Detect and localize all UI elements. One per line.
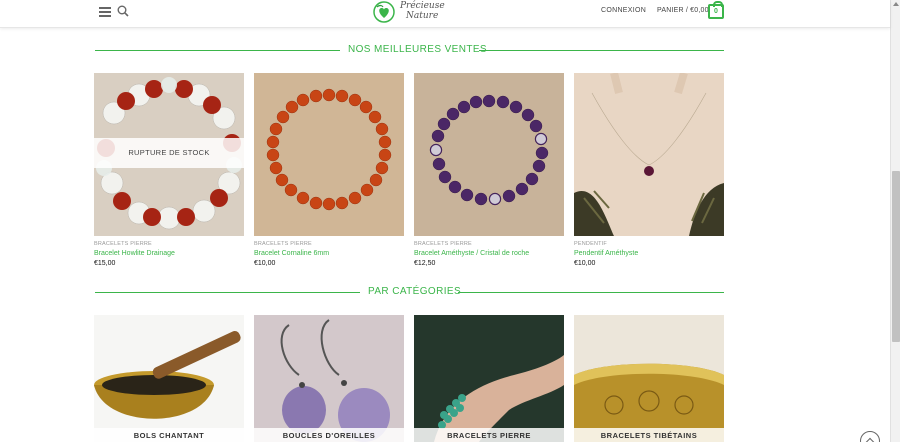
category-tile[interactable]: BRACELETS TIBÉTAINS xyxy=(574,315,724,442)
divider-line xyxy=(95,50,340,51)
product-price: €10,00 xyxy=(254,260,276,267)
out-of-stock-badge: RUPTURE DE STOCK xyxy=(94,138,244,168)
scroll-up-arrow-icon[interactable] xyxy=(893,2,899,6)
product-name[interactable]: Bracelet Howlite Drainage xyxy=(94,250,175,257)
product-category[interactable]: PENDENTIF xyxy=(574,241,607,247)
category-tile[interactable]: BOUCLES D'OREILLES xyxy=(254,315,404,442)
divider-line xyxy=(479,50,724,51)
cart-icon[interactable]: 0 xyxy=(708,1,724,19)
product-price: €10,00 xyxy=(574,260,596,267)
product-image[interactable]: RUPTURE DE STOCK xyxy=(94,73,244,236)
section-title: PAR CATÉGORIES xyxy=(368,286,462,297)
tibetan-bracelets-image xyxy=(574,315,724,442)
product-category[interactable]: BRACELETS PIERRE xyxy=(414,241,472,247)
amethyst-bracelet-image xyxy=(414,73,564,236)
category-tile[interactable]: BOLS CHANTANT xyxy=(94,315,244,442)
section-title: NOS MEILLEURES VENTES xyxy=(348,44,487,55)
scrollbar-thumb[interactable] xyxy=(892,171,900,342)
product-name[interactable]: Pendentif Améthyste xyxy=(574,250,638,257)
best-sellers-heading: NOS MEILLEURES VENTES xyxy=(95,44,724,56)
site-logo[interactable]: Précieuse Nature xyxy=(372,0,462,24)
divider-line xyxy=(95,292,360,293)
leaf-heart-logo-icon xyxy=(373,1,395,23)
menu-icon[interactable] xyxy=(99,7,111,17)
product-name[interactable]: Bracelet Améthyste / Cristal de roche xyxy=(414,250,529,257)
product-price: €12,50 xyxy=(414,260,436,267)
product-image[interactable] xyxy=(414,73,564,236)
page-scrollbar[interactable] xyxy=(890,0,900,442)
divider-line xyxy=(458,292,724,293)
category-label[interactable]: BRACELETS TIBÉTAINS xyxy=(574,428,724,442)
cart-link[interactable]: PANIER / €0,00 xyxy=(657,7,709,14)
product-name[interactable]: Bracelet Cornaline 6mm xyxy=(254,250,329,257)
amethyst-pendant-image xyxy=(574,73,724,236)
categories-heading: PAR CATÉGORIES xyxy=(95,286,724,298)
brand-name: Précieuse Nature xyxy=(400,1,445,21)
product-image[interactable] xyxy=(254,73,404,236)
product-category[interactable]: BRACELETS PIERRE xyxy=(94,241,152,247)
login-link[interactable]: CONNEXION xyxy=(601,7,646,14)
earrings-image xyxy=(254,315,404,442)
category-label[interactable]: BOLS CHANTANT xyxy=(94,428,244,442)
site-header: Précieuse Nature CONNEXION PANIER / €0,0… xyxy=(0,0,890,28)
singing-bowl-image xyxy=(94,315,244,442)
category-tile[interactable]: BRACELETS PIERRE xyxy=(414,315,564,442)
stone-bracelets-image xyxy=(414,315,564,442)
product-price: €15,00 xyxy=(94,260,116,267)
back-to-top-icon[interactable] xyxy=(860,431,880,442)
category-label[interactable]: BOUCLES D'OREILLES xyxy=(254,428,404,442)
carnelian-bracelet-image xyxy=(254,73,404,236)
category-label[interactable]: BRACELETS PIERRE xyxy=(414,428,564,442)
search-icon[interactable] xyxy=(117,5,129,17)
product-image[interactable] xyxy=(574,73,724,236)
product-category[interactable]: BRACELETS PIERRE xyxy=(254,241,312,247)
